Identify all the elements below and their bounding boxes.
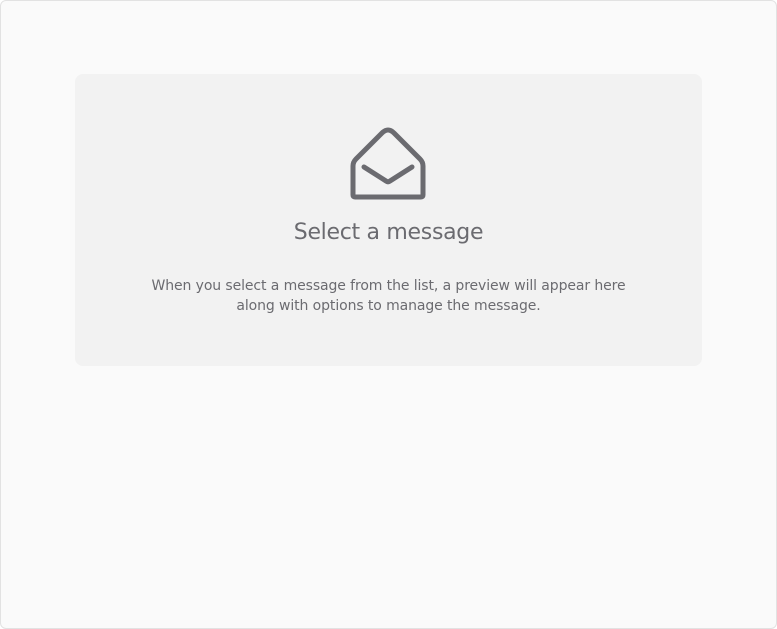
envelope-open-icon xyxy=(350,127,426,200)
empty-state-title: Select a message xyxy=(293,220,484,245)
empty-state-description: When you select a message from the list,… xyxy=(75,276,702,316)
empty-state-description-line-1: When you select a message from the list,… xyxy=(151,278,626,294)
empty-state-description-line-2: along with options to manage the message… xyxy=(236,298,541,314)
